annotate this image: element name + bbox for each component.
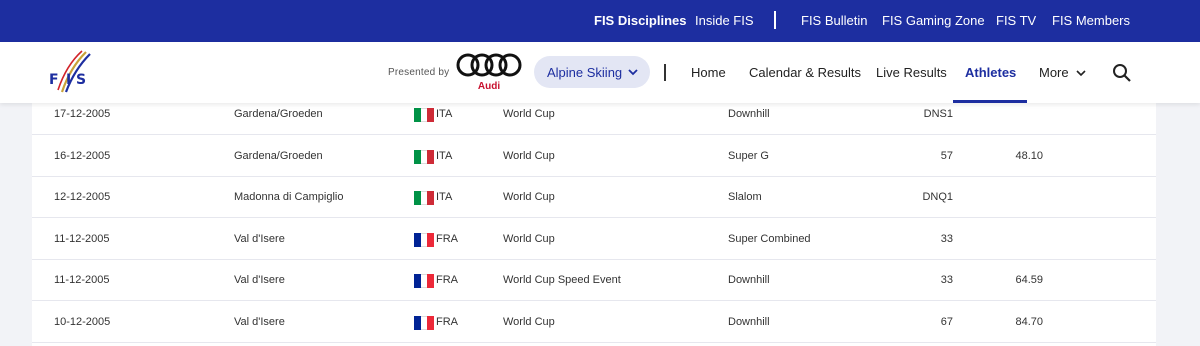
svg-text:F: F xyxy=(49,72,59,88)
table-row[interactable]: 16-12-2005 Gardena/Groeden ITA World Cup… xyxy=(32,136,1156,177)
nav-item-athletes[interactable]: Athletes xyxy=(965,65,1016,80)
top-link-fis-members[interactable]: FIS Members xyxy=(1052,13,1130,28)
result-discipline: Slalom xyxy=(728,191,762,203)
top-link-fis-gaming-zone[interactable]: FIS Gaming Zone xyxy=(882,13,985,28)
top-link-fis-tv[interactable]: FIS TV xyxy=(996,13,1036,28)
table-row[interactable]: 12-12-2005 Madonna di Campiglio ITA Worl… xyxy=(32,177,1156,218)
flag-fra-icon xyxy=(414,274,435,288)
flag-ita-icon xyxy=(414,150,435,164)
result-place: Val d'Isere xyxy=(234,316,285,328)
result-rank: DNQ1 xyxy=(922,191,953,203)
result-category: World Cup xyxy=(503,150,555,162)
result-discipline: Downhill xyxy=(728,108,770,120)
discipline-selector[interactable]: Alpine Skiing xyxy=(534,56,650,88)
result-discipline: Super G xyxy=(728,150,769,162)
table-row[interactable]: 11-12-2005 Val d'Isere FRA World Cup Spe… xyxy=(32,260,1156,301)
more-chevron-down-icon[interactable] xyxy=(1075,67,1087,79)
result-place: Val d'Isere xyxy=(234,274,285,286)
svg-text:S: S xyxy=(76,72,86,88)
result-rank: 57 xyxy=(940,150,953,162)
nav-item-more[interactable]: More xyxy=(1039,65,1069,80)
result-category: World Cup xyxy=(503,191,555,203)
result-date: 11-12-2005 xyxy=(54,233,110,245)
nav-item-home[interactable]: Home xyxy=(691,65,726,80)
top-divider xyxy=(774,11,776,29)
flag-ita-icon xyxy=(414,108,435,122)
result-points: 64.59 xyxy=(1015,274,1043,286)
sponsor-name: Audi xyxy=(477,81,501,92)
flag-fra-icon xyxy=(414,233,435,247)
results-table: 17-12-2005 Gardena/Groeden ITA World Cup… xyxy=(32,94,1156,346)
main-navbar: F I S Presented by Audi Alpine Skiing Ho… xyxy=(0,42,1200,103)
result-nation: FRA xyxy=(436,274,458,286)
result-points: 48.10 xyxy=(1015,150,1043,162)
result-date: 17-12-2005 xyxy=(54,108,111,120)
result-category: World Cup xyxy=(503,316,555,328)
result-rank: 33 xyxy=(940,233,953,245)
result-nation: FRA xyxy=(436,316,458,328)
result-category: World Cup Speed Event xyxy=(503,274,621,286)
result-nation: ITA xyxy=(436,150,453,162)
result-category: World Cup xyxy=(503,108,555,120)
active-tab-indicator xyxy=(953,100,1027,103)
table-row[interactable]: 11-12-2005 Val d'Isere FRA World Cup Sup… xyxy=(32,219,1156,260)
result-category: World Cup xyxy=(503,233,555,245)
nav-divider xyxy=(664,64,666,81)
result-rank: 33 xyxy=(940,274,953,286)
top-link-inside-fis[interactable]: Inside FIS xyxy=(695,13,754,28)
flag-ita-icon xyxy=(414,191,435,205)
result-place: Gardena/Groeden xyxy=(234,150,323,162)
chevron-down-icon xyxy=(628,69,638,76)
presented-by-label: Presented by xyxy=(388,67,450,78)
nav-item-calendar-results[interactable]: Calendar & Results xyxy=(749,65,861,80)
result-rank: 67 xyxy=(940,316,953,328)
sponsor-logo[interactable]: Audi xyxy=(455,52,523,94)
result-points: 84.70 xyxy=(1015,316,1043,328)
result-rank: DNS1 xyxy=(923,108,953,120)
result-date: 10-12-2005 xyxy=(54,316,111,328)
table-row[interactable]: 10-12-2005 Val d'Isere FRA World Cup Dow… xyxy=(32,302,1156,343)
result-discipline: Downhill xyxy=(728,316,770,328)
nav-item-live-results[interactable]: Live Results xyxy=(876,65,947,80)
discipline-selector-label: Alpine Skiing xyxy=(547,65,623,80)
result-discipline: Super Combined xyxy=(728,233,811,245)
result-date: 11-12-2005 xyxy=(54,274,110,286)
fis-logo[interactable]: F I S xyxy=(46,48,100,96)
top-link-fis-bulletin[interactable]: FIS Bulletin xyxy=(801,13,867,28)
top-link-fis-disciplines[interactable]: FIS Disciplines xyxy=(594,13,686,28)
search-icon[interactable] xyxy=(1112,63,1132,83)
top-utility-bar: FIS Disciplines Inside FIS FIS Bulletin … xyxy=(0,0,1200,42)
result-place: Madonna di Campiglio xyxy=(234,191,344,203)
result-nation: FRA xyxy=(436,233,458,245)
result-date: 12-12-2005 xyxy=(54,191,111,203)
result-nation: ITA xyxy=(436,108,453,120)
result-nation: ITA xyxy=(436,191,453,203)
svg-text:I: I xyxy=(66,72,71,88)
result-discipline: Downhill xyxy=(728,274,770,286)
result-place: Gardena/Groeden xyxy=(234,108,323,120)
audi-rings-icon xyxy=(456,53,522,77)
flag-fra-icon xyxy=(414,316,435,330)
result-date: 16-12-2005 xyxy=(54,150,111,162)
result-place: Val d'Isere xyxy=(234,233,285,245)
